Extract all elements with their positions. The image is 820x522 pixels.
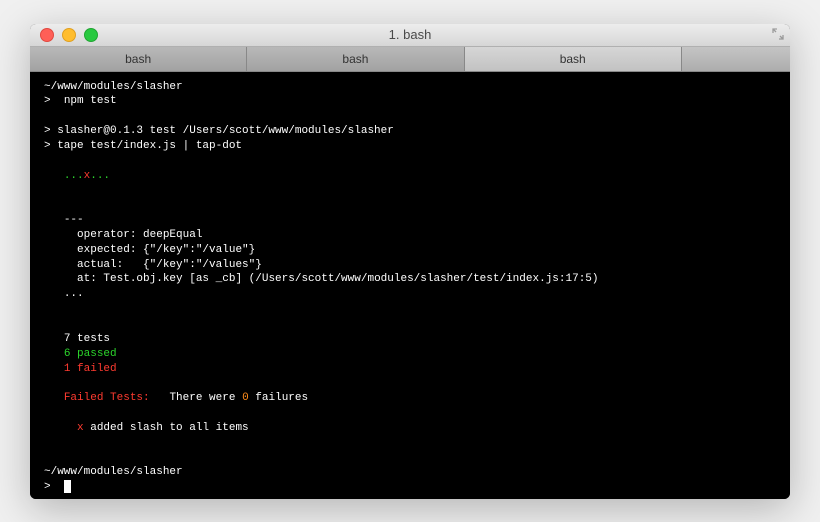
failed-summary-suffix: failures <box>249 392 308 404</box>
divider: --- <box>64 214 84 226</box>
terminal-window: 1. bash bash bash bash ~/www/modules/sla… <box>30 24 790 499</box>
titlebar: 1. bash <box>30 24 790 47</box>
minimize-icon[interactable] <box>62 28 76 42</box>
npm-runner-line: > slasher@0.1.3 test /Users/scott/www/mo… <box>44 125 394 137</box>
cwd-line: ~/www/modules/slasher <box>44 466 183 478</box>
tab-bar: bash bash bash <box>30 47 790 72</box>
terminal-output[interactable]: ~/www/modules/slasher > npm test > slash… <box>30 72 790 499</box>
passed-count: 6 passed <box>64 348 117 360</box>
prompt: > <box>44 481 51 493</box>
trailing-dots: ... <box>64 288 84 300</box>
close-icon[interactable] <box>40 28 54 42</box>
tab-2[interactable]: bash <box>465 47 682 71</box>
window-controls <box>40 28 98 42</box>
failed-count: 1 failed <box>64 363 117 375</box>
tab-label: bash <box>560 52 586 66</box>
cwd-line: ~/www/modules/slasher <box>44 81 183 93</box>
failed-tests-label: Failed Tests: <box>64 392 150 404</box>
prompt: > <box>44 95 51 107</box>
tests-count: 7 tests <box>64 333 110 345</box>
command: npm test <box>64 95 117 107</box>
failed-item-marker: x <box>77 422 84 434</box>
failed-summary-prefix: There were <box>169 392 242 404</box>
zoom-icon[interactable] <box>84 28 98 42</box>
cursor-icon <box>64 480 71 493</box>
tap-dots-pass: ... <box>90 170 110 182</box>
tab-label: bash <box>342 52 368 66</box>
tap-dots-pass: ... <box>64 170 84 182</box>
tab-label: bash <box>125 52 151 66</box>
tab-0[interactable]: bash <box>30 47 247 71</box>
npm-runner-line: > tape test/index.js | tap-dot <box>44 140 242 152</box>
window-title: 1. bash <box>389 27 432 42</box>
operator-line: operator: deepEqual <box>77 229 202 241</box>
tab-1[interactable]: bash <box>247 47 464 71</box>
failed-item: added slash to all items <box>84 422 249 434</box>
actual-line: actual: {"/key":"/values"} <box>77 259 262 271</box>
tab-inactive-spacer[interactable] <box>682 47 790 71</box>
fullscreen-icon[interactable] <box>772 28 784 40</box>
expected-line: expected: {"/key":"/value"} <box>77 244 255 256</box>
at-line: at: Test.obj.key [as _cb] (/Users/scott/… <box>77 273 599 285</box>
failed-summary-number: 0 <box>242 392 249 404</box>
